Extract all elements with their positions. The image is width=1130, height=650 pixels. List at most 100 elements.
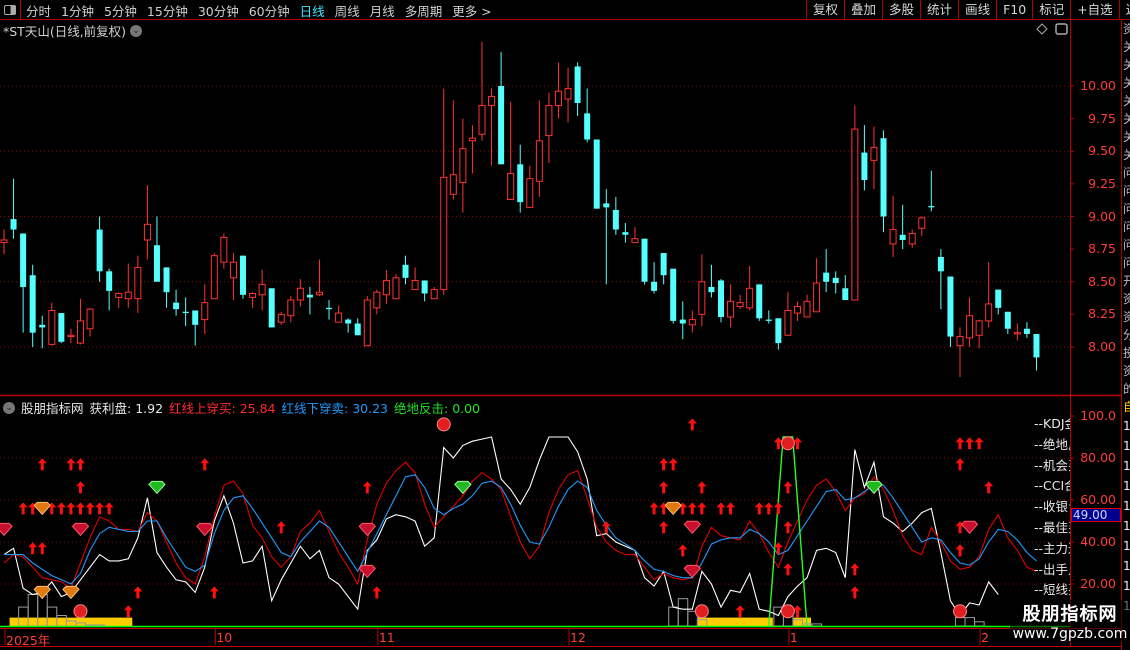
candle-body [173, 302, 180, 310]
candle-body [908, 232, 916, 245]
candle [163, 267, 170, 308]
indicator-tick-label: 60.00 [1080, 492, 1116, 507]
sidebar-row[interactable]: 1 [1123, 496, 1130, 516]
candle [10, 178, 17, 239]
sidebar-row[interactable]: 1 [1123, 536, 1130, 556]
up-arrow-icon [104, 502, 114, 515]
candle [459, 118, 467, 213]
sidebar-tab-char[interactable]: 问 [1123, 236, 1130, 254]
sidebar-tab-char[interactable]: 问 [1123, 182, 1130, 200]
sidebar-row[interactable]: 1 [1123, 576, 1130, 596]
candle [29, 264, 36, 347]
candle-body [832, 277, 839, 284]
sidebar-tab-watchlist[interactable]: 自 [1123, 398, 1130, 416]
candle-body [220, 236, 228, 263]
candle-body [756, 284, 763, 319]
candle [631, 226, 639, 244]
sidebar-tab-char[interactable]: 开 [1123, 272, 1130, 290]
candle [545, 92, 553, 163]
sidebar-tab-char[interactable]: 关 [1123, 128, 1130, 146]
sidebar-tab-char[interactable]: 关 [1123, 74, 1130, 92]
sidebar-tab-char[interactable]: 资 [1123, 308, 1130, 326]
candle [1004, 311, 1011, 334]
diamond-icon[interactable] [1036, 23, 1048, 35]
candle [96, 216, 103, 282]
candle-body [784, 309, 792, 336]
candle-body [688, 319, 696, 326]
up-arrow-icon [66, 502, 76, 515]
candle [517, 144, 524, 213]
candle [641, 238, 648, 285]
price-tick-label: 8.00 [1088, 339, 1116, 354]
orange-gem-icon [62, 585, 80, 600]
candle-body [86, 308, 94, 330]
candle [784, 292, 792, 336]
candle-body [326, 307, 333, 310]
red-gem-icon [71, 522, 90, 537]
candle [449, 100, 457, 200]
watermark-url: www.7gpzb.com [1012, 626, 1128, 642]
candle [392, 273, 400, 300]
panel-icon[interactable] [1055, 23, 1068, 35]
up-arrow-icon [37, 458, 47, 471]
orange-gem-icon [664, 501, 682, 516]
sidebar-tab-char[interactable]: 关 [1123, 110, 1130, 128]
white-line [3, 436, 999, 617]
candle-body [468, 137, 476, 142]
candle-body [928, 206, 935, 208]
candle-body [201, 302, 209, 321]
sidebar-row[interactable]: 1 [1123, 436, 1130, 456]
histogram-bar [974, 621, 985, 627]
sidebar-tab-char[interactable]: 问 [1123, 218, 1130, 236]
red-gem-icon [683, 564, 702, 579]
sidebar-row[interactable]: 1 [1123, 456, 1130, 476]
candle [813, 258, 821, 313]
sidebar-tab-char[interactable]: 的 [1123, 380, 1130, 398]
sidebar-tab-char[interactable]: 问 [1123, 200, 1130, 218]
candle [210, 253, 218, 300]
candle [315, 259, 323, 297]
up-arrow-icon [974, 437, 984, 450]
candle [229, 253, 237, 301]
up-arrow-icon [66, 458, 76, 471]
price-tick-label: 9.00 [1088, 208, 1116, 224]
candle-body [1004, 311, 1011, 329]
candle-body [258, 283, 266, 296]
up-arrow-icon [133, 586, 143, 599]
sidebar-tab-char[interactable]: 分 [1123, 326, 1130, 344]
candle [1013, 323, 1021, 341]
up-arrow-icon [276, 521, 286, 534]
sidebar-tab-char[interactable]: 问 [1123, 164, 1130, 182]
candle-body [526, 178, 534, 208]
candle-body [736, 302, 744, 308]
sidebar-tab-char[interactable]: 投 [1123, 344, 1130, 362]
sidebar-tab-char[interactable]: 关 [1123, 56, 1130, 74]
indicator-legend-item: --短线买 [1034, 582, 1070, 598]
sidebar-row[interactable]: 1 [1123, 556, 1130, 576]
candle [746, 266, 754, 311]
sidebar-row[interactable]: 1 [1123, 416, 1130, 436]
candle-body [296, 287, 304, 301]
candle [947, 276, 954, 347]
up-arrow-icon [56, 502, 66, 515]
sidebar-tab-char[interactable]: 资 [1123, 290, 1130, 308]
candle [775, 318, 782, 350]
sidebar-tab-char[interactable]: 关 [1123, 92, 1130, 110]
candle [277, 311, 285, 325]
date-label: 10 [216, 630, 233, 645]
orange-gem-icon [33, 501, 51, 516]
sidebar-tab-char[interactable]: 关 [1123, 38, 1130, 56]
candle [382, 270, 390, 304]
sidebar-tab-char[interactable]: 问 [1123, 254, 1130, 272]
sidebar-tab-char[interactable]: 关 [1123, 146, 1130, 164]
right-sidebar-strip[interactable]: 资关关关关关关关问问问问问问开资资分投资的自1111111111 [1121, 20, 1130, 650]
chart-canvas[interactable] [0, 0, 1130, 650]
sidebar-row[interactable]: 1 [1123, 516, 1130, 536]
candle [421, 280, 428, 302]
candle [603, 189, 610, 285]
sidebar-tab-char[interactable]: 资 [1123, 20, 1130, 38]
candle-body [660, 253, 667, 276]
histogram-bar [668, 606, 679, 627]
sidebar-tab-char[interactable]: 资 [1123, 362, 1130, 380]
sidebar-row[interactable]: 1 [1123, 476, 1130, 496]
